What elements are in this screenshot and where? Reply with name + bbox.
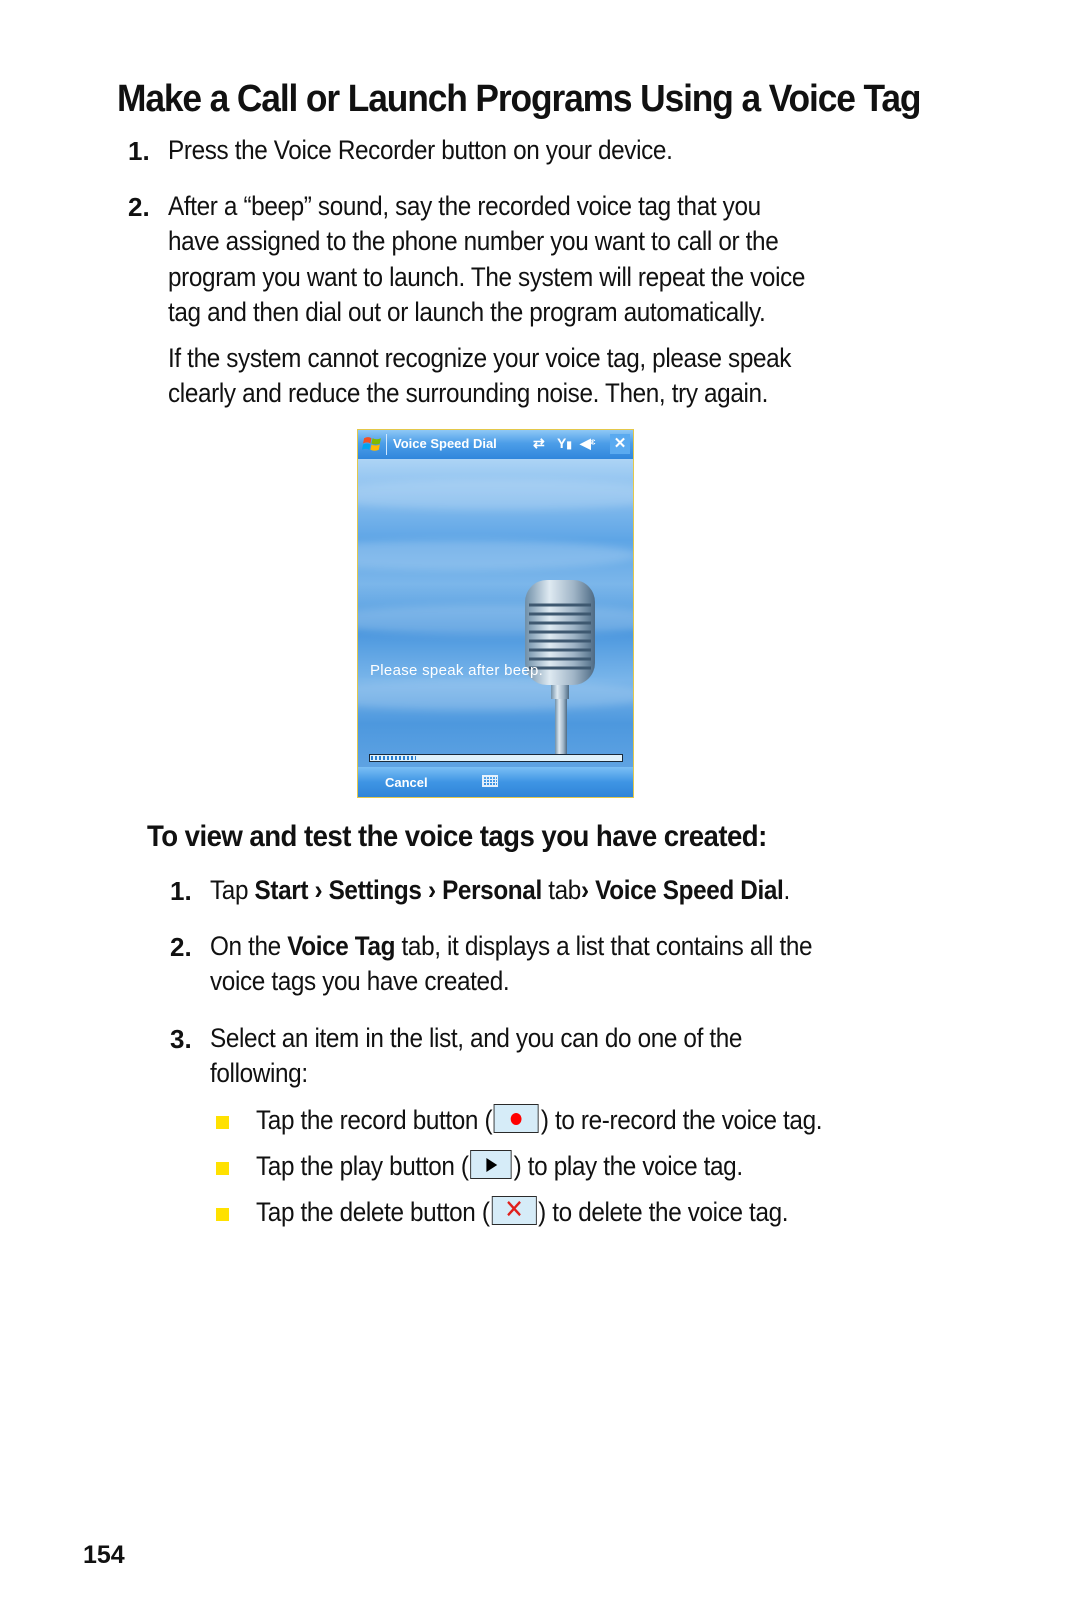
step-text: On the Voice Tag tab, it displays a list… <box>210 929 813 964</box>
window-title: Voice Speed Dial <box>393 436 497 451</box>
play-icon <box>486 1158 498 1173</box>
step-text: following: <box>210 1058 308 1088</box>
text: tab, it displays a list that contains al… <box>395 931 813 961</box>
path-separator: › <box>421 875 443 905</box>
step-text: Select an item in the list, and you can … <box>210 1023 743 1053</box>
bullet-item: Tap the delete button ( ✕ ) to delete the … <box>256 1195 789 1230</box>
background-wave <box>358 540 633 570</box>
page-title: Make a Call or Launch Programs Using a V… <box>117 78 921 120</box>
connectivity-icon[interactable]: ⇄ <box>533 435 545 452</box>
device-screenshot: Voice Speed Dial ⇄ Y▮ ◀ᵋ ✕ Please speak … <box>357 429 634 798</box>
menu-path-personal: Personal <box>442 875 542 905</box>
menu-path-voice-speed-dial: Voice Speed Dial <box>595 875 784 905</box>
step-number: 2. <box>128 192 150 222</box>
text: Tap <box>210 875 255 905</box>
bullet-marker <box>216 1116 229 1129</box>
progress-fill <box>371 756 417 760</box>
delete-icon: ✕ <box>504 1195 524 1226</box>
step-number: 1. <box>170 876 192 906</box>
text: On the <box>210 931 288 961</box>
title-separator <box>386 434 387 455</box>
step-text: After a “beep” sound, say the recorded v… <box>168 191 761 221</box>
bullet-item: Tap the play button ( ) to play the voice… <box>256 1149 743 1184</box>
text: Tap the delete button ( <box>256 1197 490 1227</box>
text: Tap the play button ( <box>256 1151 469 1181</box>
bullet-marker <box>216 1208 229 1221</box>
text: . <box>783 875 790 905</box>
keyboard-icon[interactable] <box>482 775 498 787</box>
delete-button-icon: ✕ <box>491 1195 537 1226</box>
cancel-button[interactable]: Cancel <box>385 775 428 790</box>
note-text: clearly and reduce the surrounding noise… <box>168 378 769 408</box>
record-button-icon <box>494 1104 540 1134</box>
path-separator: › <box>308 875 329 905</box>
step-number: 1. <box>128 136 150 166</box>
step-number: 3. <box>170 1024 192 1054</box>
windows-start-icon[interactable] <box>362 434 383 455</box>
section-heading: To view and test the voice tags you have… <box>147 820 767 853</box>
close-button[interactable]: ✕ <box>610 434 630 454</box>
menu-path-settings: Settings <box>328 875 422 905</box>
voice-tag-tab-name: Voice Tag <box>287 931 396 961</box>
bullet-marker <box>216 1162 229 1175</box>
path-separator: › <box>581 875 596 905</box>
step-text: program you want to launch. The system w… <box>168 262 806 292</box>
step-text: voice tags you have created. <box>210 966 510 996</box>
bullet-item: Tap the record button ( ) to re-record th… <box>256 1103 822 1138</box>
page-number: 154 <box>83 1541 125 1569</box>
record-icon <box>511 1112 522 1125</box>
signal-icon[interactable]: Y▮ <box>557 435 572 451</box>
prompt-text: Please speak after beep. <box>370 662 544 679</box>
note-text: If the system cannot recognize your voic… <box>168 343 792 373</box>
background-wave <box>358 480 633 510</box>
step-text: tag and then dial out or launch the prog… <box>168 297 766 327</box>
text: ) to re-record the voice tag. <box>540 1105 823 1135</box>
text: Tap the record button ( <box>256 1105 493 1135</box>
volume-icon[interactable]: ◀ᵋ <box>580 435 596 452</box>
menu-path-start: Start <box>254 875 309 905</box>
soft-key-bar: Cancel <box>358 767 633 797</box>
step-text: have assigned to the phone number you wa… <box>168 226 779 256</box>
text: ) to play the voice tag. <box>513 1151 743 1181</box>
text: ) to delete the voice tag. <box>538 1197 789 1227</box>
step-number: 2. <box>170 932 192 962</box>
play-button-icon <box>470 1150 512 1180</box>
step-text: Press the Voice Recorder button on your … <box>168 135 673 165</box>
title-bar: Voice Speed Dial ⇄ Y▮ ◀ᵋ ✕ <box>358 430 633 459</box>
step-text: Tap Start › Settings › Personal tab › Vo… <box>210 873 790 908</box>
recording-progress-bar <box>369 754 623 762</box>
